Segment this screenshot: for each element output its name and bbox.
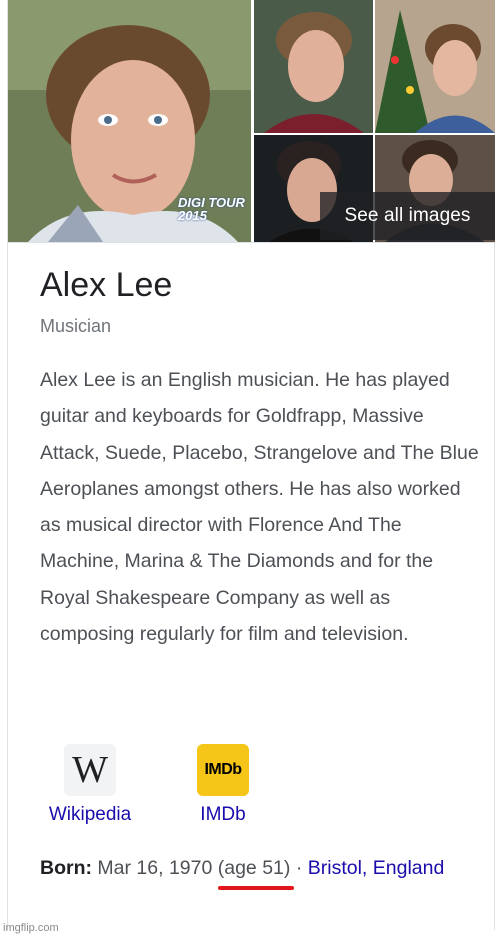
- born-age: (age 51): [217, 850, 295, 890]
- photo-thumbnail[interactable]: [254, 0, 373, 133]
- imdb-icon[interactable]: IMDb: [197, 744, 249, 796]
- birthplace-link[interactable]: Bristol, England: [308, 857, 445, 879]
- born-label: Born:: [40, 857, 92, 879]
- photo-thumbnail[interactable]: [375, 0, 495, 133]
- entity-description: Alex Lee is an English musician. He has …: [40, 369, 479, 646]
- main-photo[interactable]: DIGI TOUR 2015: [8, 0, 251, 242]
- born-age-text: (age 51): [217, 857, 291, 879]
- imdb-label[interactable]: IMDb: [180, 804, 266, 826]
- born-fact: Born: Mar 16, 1970 (age 51) · Bristol, E…: [40, 850, 480, 890]
- divider: [8, 242, 495, 243]
- imdb-link[interactable]: IMDb IMDb: [180, 744, 266, 826]
- born-separator: ·: [295, 857, 303, 879]
- born-date: Mar 16, 1970: [97, 857, 213, 879]
- digi-tour-overlay: DIGI TOUR 2015: [178, 195, 245, 223]
- imgflip-watermark: imgflip.com: [3, 922, 59, 934]
- wikipedia-label[interactable]: Wikipedia: [40, 804, 140, 826]
- red-underline-annotation: [217, 886, 295, 890]
- entity-title: Alex Lee: [40, 266, 173, 304]
- wikipedia-icon-text: W: [72, 749, 108, 791]
- imdb-icon-text: IMDb: [204, 761, 242, 778]
- wikipedia-icon[interactable]: W: [64, 744, 116, 796]
- see-all-images-button[interactable]: See all images: [320, 192, 495, 240]
- wikipedia-link[interactable]: W Wikipedia: [40, 744, 140, 826]
- entity-subtitle: Musician: [40, 316, 112, 336]
